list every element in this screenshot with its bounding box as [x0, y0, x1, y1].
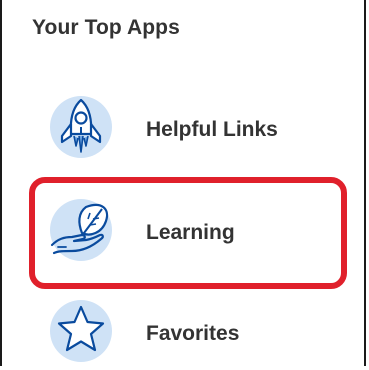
- app-label-helpful-links: Helpful Links: [146, 118, 278, 141]
- top-apps-panel: Your Top Apps Helpful Links Learning Fav…: [0, 0, 366, 366]
- star-icon: [48, 298, 114, 364]
- app-item-favorites[interactable]: Favorites: [42, 298, 342, 370]
- rocket-icon: [48, 94, 114, 160]
- section-title: Your Top Apps: [32, 16, 180, 39]
- app-label-favorites: Favorites: [146, 322, 240, 345]
- hand-leaf-icon: [48, 197, 114, 263]
- app-item-helpful-links[interactable]: Helpful Links: [42, 94, 342, 166]
- app-label-learning: Learning: [146, 221, 235, 244]
- app-item-learning[interactable]: Learning: [42, 197, 342, 269]
